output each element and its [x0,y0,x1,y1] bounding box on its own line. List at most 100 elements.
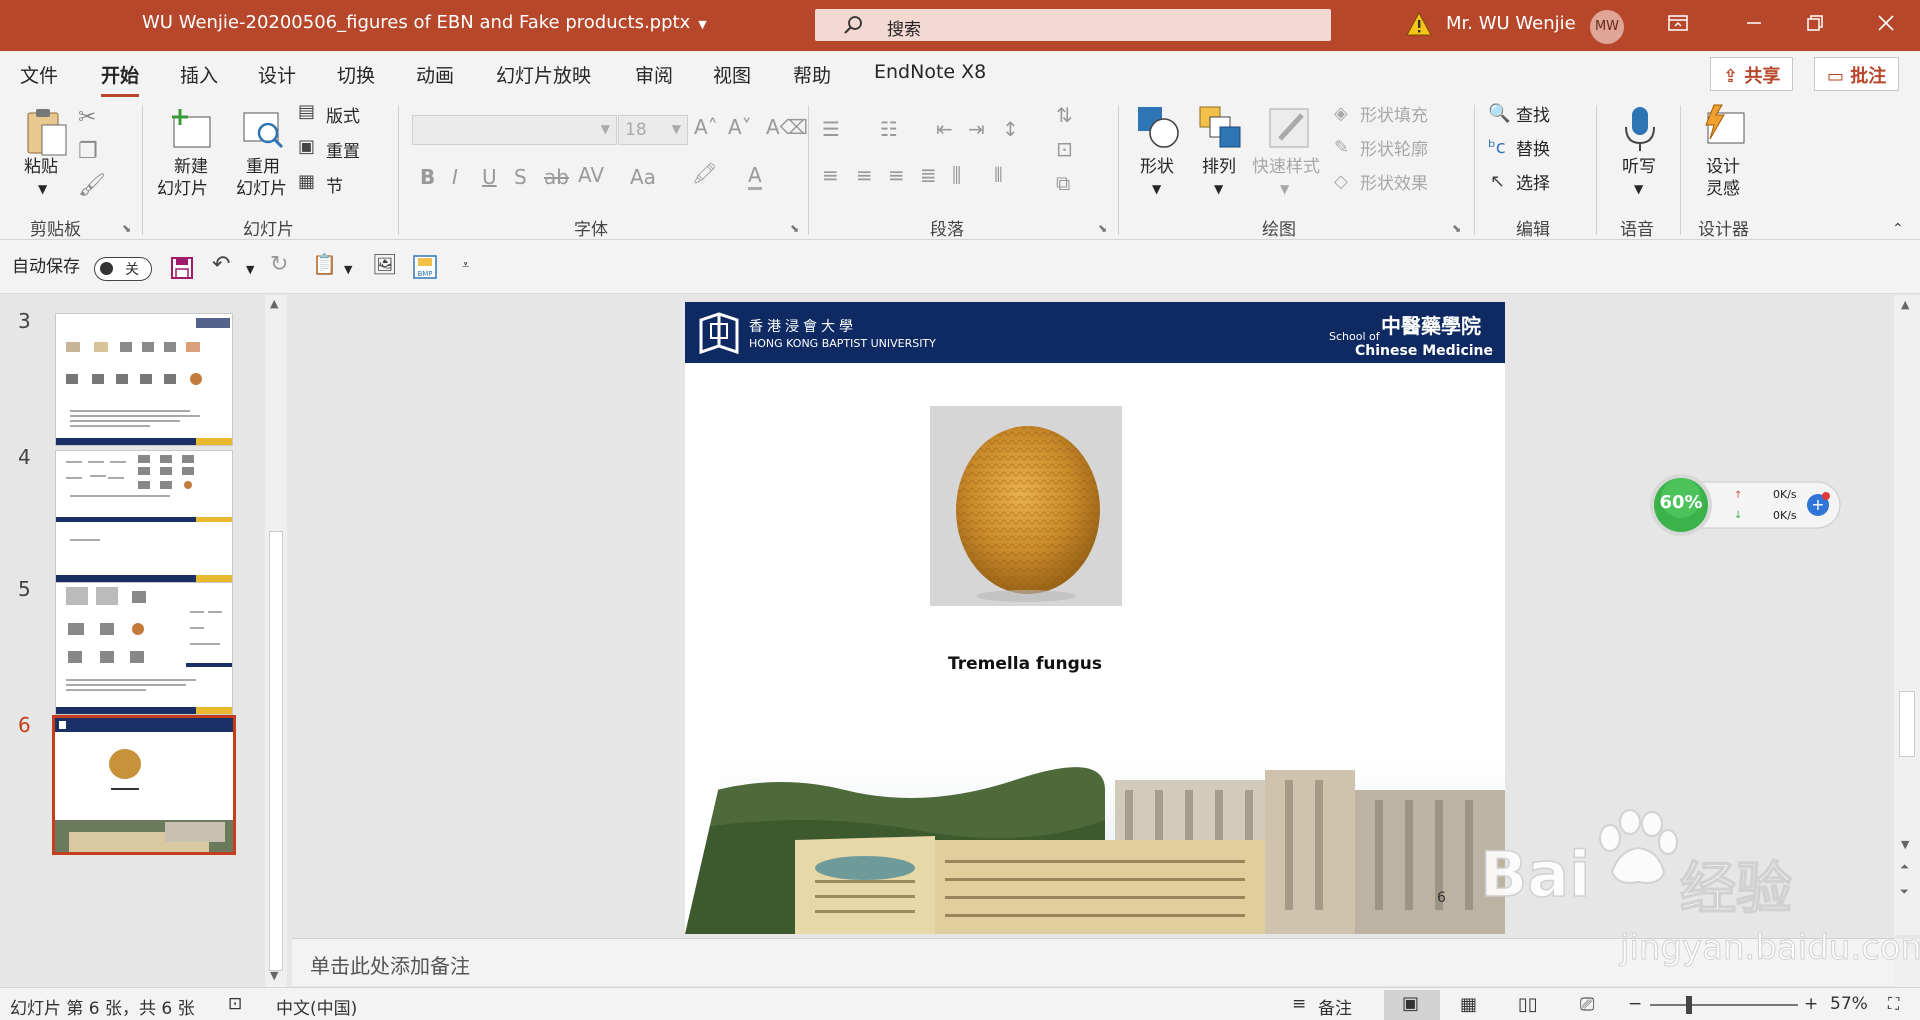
dictate-button[interactable]: 听写 [1622,157,1656,177]
tab-animations[interactable]: 动画 [416,61,454,88]
tab-insert[interactable]: 插入 [180,61,218,88]
tab-transitions[interactable]: 切换 [337,61,375,88]
select-button[interactable]: 选择 [1516,174,1550,194]
arrange-chevron-down-icon[interactable]: ▼ [1214,179,1223,199]
format-painter-icon[interactable]: 🖌 [78,173,106,198]
numbering-icon[interactable]: ☷ [880,117,898,141]
scroll-up-icon[interactable]: ▲ [270,297,278,310]
design-ideas-icon[interactable] [1700,103,1748,153]
section-icon[interactable]: ▦ [298,171,315,192]
paste-qat-chevron-down-icon[interactable]: ▼ [344,260,352,280]
tab-file[interactable]: 文件 [20,61,58,88]
layout-icon[interactable]: ▤ [298,101,315,122]
slide-thumbnail-3[interactable] [55,313,233,446]
slideshow-icon[interactable]: ⎚ [1580,994,1594,1015]
select-icon[interactable]: ↖ [1490,171,1505,192]
zoom-level[interactable]: 57% [1830,994,1868,1014]
underline-icon[interactable]: U [482,165,497,189]
shape-outline-button[interactable]: 形状轮廓 [1360,140,1428,160]
shapes-icon[interactable] [1136,105,1182,151]
zoom-in-icon[interactable]: + [1804,994,1818,1014]
slide-thumbnail-4[interactable] [55,450,233,583]
fit-to-window-icon[interactable]: ⛶ [1888,994,1899,1014]
bullets-icon[interactable]: ☰ [822,117,840,141]
restore-icon[interactable] [1801,12,1829,38]
shadow-icon[interactable]: S [514,165,527,189]
decrease-indent-icon[interactable]: ⇤ [936,117,953,141]
thumbnail-scrollbar[interactable]: ▲ ▼ [265,295,287,987]
find-icon[interactable]: 🔍 [1488,103,1510,124]
language-indicator[interactable]: 中文(中国) [276,994,357,1019]
next-slide-icon[interactable]: ⏷ [1900,885,1909,899]
text-direction-icon[interactable]: ⇅ [1056,103,1073,127]
find-button[interactable]: 查找 [1516,106,1550,126]
search-box[interactable]: 搜索 [815,9,1331,41]
tremella-fungus-image[interactable] [930,406,1122,606]
clipboard-dialog-launcher-icon[interactable]: ⬊ [122,219,131,239]
tab-home[interactable]: 开始 [101,61,140,97]
accessibility-icon[interactable]: ⊡ [228,994,242,1014]
align-center-icon[interactable]: ≡ [856,163,873,187]
shape-fill-button[interactable]: 形状填充 [1360,106,1428,126]
replace-icon[interactable]: ᵇc [1488,137,1506,158]
copy-icon[interactable]: ❐ [78,139,98,164]
picture-icon[interactable]: 🖼 [372,252,397,276]
paste-qat-icon[interactable]: 📋 [312,252,337,276]
quick-styles-icon[interactable] [1266,105,1312,151]
font-size-combo[interactable]: 18 ▼ [618,115,688,145]
bold-icon[interactable]: B [420,165,435,189]
autosave-toggle[interactable]: 关 [94,257,152,281]
reading-view-icon[interactable]: ▯▯ [1518,994,1538,1015]
drawing-dialog-launcher-icon[interactable]: ⬊ [1452,219,1461,239]
tab-view[interactable]: 视图 [713,61,751,88]
shape-fill-icon[interactable]: ◈ [1334,103,1348,124]
minimize-icon[interactable] [1740,12,1768,38]
design-ideas-label-1[interactable]: 设计 [1706,157,1740,177]
quick-styles-button[interactable]: 快速样式 [1252,157,1320,177]
tab-endnote[interactable]: EndNote X8 [874,61,986,83]
font-color-icon[interactable]: A [748,163,762,190]
reuse-slides-label-2[interactable]: 幻灯片 [236,179,287,199]
increase-font-size-icon[interactable]: A˄ [694,115,718,139]
bmp-export-icon[interactable]: BMP [412,254,438,280]
replace-button[interactable]: 替换 [1516,140,1550,160]
previous-slide-icon[interactable]: ⏶ [1900,860,1909,874]
shapes-chevron-down-icon[interactable]: ▼ [1152,179,1161,199]
slide-canvas[interactable]: 香港浸會大學 HONG KONG BAPTIST UNIVERSITY Scho… [685,302,1505,934]
paste-label[interactable]: 粘贴 [24,157,58,177]
shape-outline-icon[interactable]: ✎ [1334,137,1349,158]
ribbon-display-options-icon[interactable] [1664,12,1692,38]
smartart-icon[interactable]: ⧉ [1056,171,1070,195]
reuse-slides-icon[interactable] [240,107,286,151]
strikethrough-icon[interactable]: ab [544,165,569,189]
redo-icon[interactable]: ↻ [270,252,288,277]
section-button[interactable]: 节 [326,177,343,197]
tab-slideshow[interactable]: 幻灯片放映 [496,61,591,88]
layout-button[interactable]: 版式 [326,107,360,127]
editor-scrollbar[interactable]: ▲ ▼ ⏶ ⏷ [1894,295,1920,935]
new-slide-label-2[interactable]: 幻灯片 [157,179,208,199]
tab-help[interactable]: 帮助 [793,61,831,88]
shapes-button[interactable]: 形状 [1140,157,1174,177]
reset-icon[interactable]: ▣ [298,136,315,157]
reset-button[interactable]: 重置 [326,142,360,162]
customize-qat-chevron-down-icon[interactable]: ⩡ [462,256,469,276]
cut-icon[interactable]: ✂ [78,105,96,130]
network-speed-widget[interactable]: + ↑ ↓ 60% 0K/s 0K/s [1648,472,1844,538]
new-slide-icon[interactable] [168,107,214,151]
scroll-down-icon[interactable]: ▼ [1901,838,1909,851]
warning-icon[interactable] [1406,12,1432,36]
paste-chevron-down-icon[interactable]: ▼ [38,179,47,199]
design-ideas-label-2[interactable]: 灵感 [1706,179,1740,199]
distributed-icon[interactable]: ⫼ [952,163,961,187]
align-right-icon[interactable]: ≡ [888,163,905,187]
zoom-out-icon[interactable]: − [1628,994,1642,1014]
reuse-slides-label-1[interactable]: 重用 [246,157,280,177]
slide-caption[interactable]: Tremella fungus [685,654,1365,674]
decrease-font-size-icon[interactable]: A˅ [728,115,752,139]
undo-chevron-down-icon[interactable]: ▼ [246,260,254,280]
font-dialog-launcher-icon[interactable]: ⬊ [790,219,799,239]
justify-icon[interactable]: ≣ [920,163,937,187]
notes-scrollbar[interactable] [1894,939,1920,987]
italic-icon[interactable]: I [452,165,458,189]
